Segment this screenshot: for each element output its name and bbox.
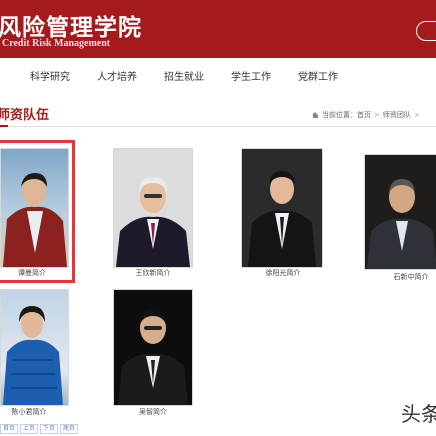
faculty-caption[interactable]: 徐阳光简介 bbox=[260, 268, 306, 278]
pager-prev[interactable]: 上页 bbox=[20, 424, 39, 434]
nav-item-talent[interactable]: 人才培养 bbox=[97, 68, 137, 83]
section-header: 师资队伍 当前位置：首页 > 师资团队 > bbox=[0, 104, 436, 127]
site-title: 风险管理学院 bbox=[0, 14, 142, 41]
faculty-caption[interactable]: 陈小君简介 bbox=[6, 407, 52, 417]
faculty-photo[interactable] bbox=[113, 289, 193, 406]
watermark: 头条 bbox=[401, 402, 436, 426]
faculty-photo[interactable] bbox=[0, 289, 69, 406]
nav-item-admissions[interactable]: 招生就业 bbox=[164, 68, 204, 83]
pager-last[interactable]: 尾页 bbox=[60, 424, 79, 434]
breadcrumb-faculty[interactable]: 师资团队 bbox=[383, 111, 411, 119]
pager-next[interactable]: 下页 bbox=[40, 424, 59, 434]
faculty-photo[interactable] bbox=[0, 148, 69, 268]
search-box[interactable] bbox=[416, 21, 436, 41]
breadcrumb-home[interactable]: 首页 bbox=[357, 111, 371, 119]
faculty-caption[interactable]: 石新中简介 bbox=[389, 272, 433, 282]
faculty-caption[interactable]: 王欣新简介 bbox=[130, 268, 176, 278]
site-header: 风险管理学院 Credit Risk Management bbox=[0, 0, 436, 58]
breadcrumb-prefix: 当前位置： bbox=[322, 111, 357, 119]
breadcrumb-trailing: > bbox=[413, 111, 420, 119]
faculty-caption[interactable]: 吴智简介 bbox=[133, 407, 173, 417]
nav-item-research[interactable]: 科学研究 bbox=[30, 68, 70, 83]
faculty-caption[interactable]: 谭曼简介 bbox=[12, 268, 52, 278]
faculty-photo[interactable] bbox=[241, 148, 323, 268]
pager-first[interactable]: 首页 bbox=[0, 424, 19, 434]
site-subtitle: Credit Risk Management bbox=[2, 38, 111, 49]
nav-item-party[interactable]: 党群工作 bbox=[298, 68, 338, 83]
home-icon bbox=[312, 112, 319, 118]
breadcrumb-separator: > bbox=[374, 111, 380, 119]
section-divider bbox=[0, 126, 436, 127]
pagination: 首页 上页 下页 尾页 bbox=[0, 424, 80, 434]
section-divider-accent bbox=[0, 125, 8, 127]
main-nav: 科学研究 人才培养 招生就业 学生工作 党群工作 bbox=[0, 58, 436, 92]
faculty-photo[interactable] bbox=[364, 154, 436, 270]
breadcrumb: 当前位置：首页 > 师资团队 > bbox=[312, 110, 423, 120]
faculty-photo[interactable] bbox=[113, 148, 193, 268]
section-title: 师资队伍 bbox=[0, 108, 50, 123]
nav-item-student-affairs[interactable]: 学生工作 bbox=[231, 68, 271, 83]
